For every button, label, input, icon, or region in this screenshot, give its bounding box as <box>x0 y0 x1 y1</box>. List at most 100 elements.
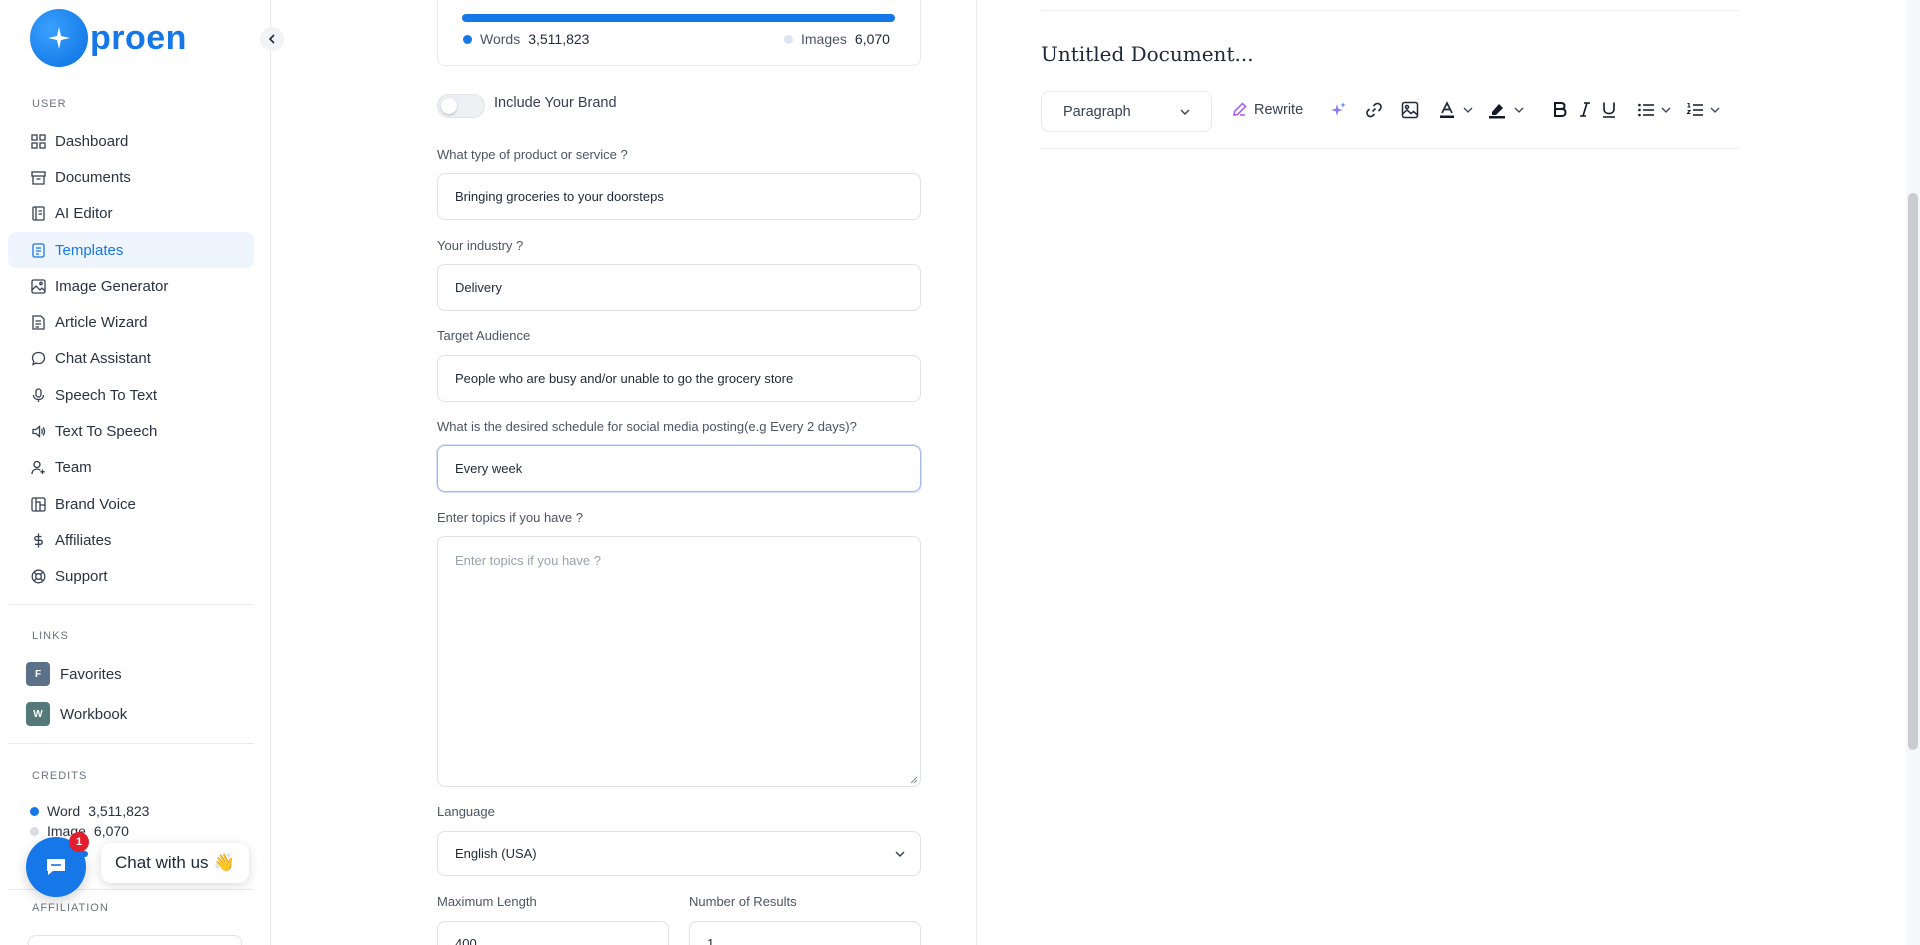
bullet-list-button[interactable] <box>1637 101 1672 119</box>
document-title[interactable]: Untitled Document... <box>1041 42 1254 66</box>
max-length-input[interactable]: 400 <box>437 921 669 945</box>
sidebar-item-label: Text To Speech <box>55 423 158 441</box>
usage-progress-fill <box>462 14 895 22</box>
results-label: Number of Results <box>689 894 797 909</box>
grid-icon <box>30 133 46 149</box>
audience-input[interactable]: People who are busy and/or unable to go … <box>437 355 921 402</box>
book-icon <box>30 206 46 222</box>
sidebar-nav: Dashboard Documents AI Editor Templates … <box>8 123 254 595</box>
sidebar-item-label: Article Wizard <box>55 314 148 332</box>
chevron-down-icon <box>1661 107 1671 113</box>
highlighter-icon <box>1489 104 1505 119</box>
sidebar-item-support[interactable]: Support <box>8 559 254 595</box>
industry-input[interactable]: Delivery <box>437 264 921 311</box>
sidebar-item-image-generator[interactable]: Image Generator <box>8 268 254 304</box>
numbered-list-button[interactable] <box>1686 101 1721 119</box>
editor-scrollbar-thumb[interactable] <box>1908 193 1918 750</box>
wave-icon: 👋 <box>213 853 235 872</box>
affiliation-box <box>28 935 242 945</box>
notification-badge: 1 <box>69 832 89 852</box>
article-icon <box>30 315 46 331</box>
chevron-down-icon <box>1463 107 1473 113</box>
numbered-list-icon <box>1686 102 1703 116</box>
link-label: Favorites <box>60 665 122 683</box>
italic-icon <box>1580 102 1590 117</box>
chat-with-us-button[interactable]: Chat with us 👋 <box>101 843 249 883</box>
chevron-down-icon <box>895 851 905 858</box>
images-dot <box>784 34 793 44</box>
sidebar-item-brand-voice[interactable]: Brand Voice <box>8 486 254 522</box>
resize-handle-icon[interactable] <box>910 776 918 784</box>
underline-button[interactable] <box>1601 101 1617 119</box>
microphone-icon <box>30 387 46 403</box>
sidebar-item-text-to-speech[interactable]: Text To Speech <box>8 413 254 449</box>
sidebar-item-dashboard[interactable]: Dashboard <box>8 123 254 159</box>
credits-section-label: CREDITS <box>32 770 88 782</box>
words-legend: Words 3,511,823 <box>463 31 589 47</box>
product-input[interactable]: Bringing groceries to your doorsteps <box>437 173 921 220</box>
brand-logo[interactable]: proen <box>30 9 187 67</box>
sidebar-item-label: Image Generator <box>55 277 169 295</box>
sidebar-divider <box>8 743 254 744</box>
credit-value: 6,070 <box>93 823 129 839</box>
sidebar-item-label: Documents <box>55 168 131 186</box>
panel-divider <box>976 0 977 945</box>
credit-dot <box>30 806 39 816</box>
sidebar-item-label: Dashboard <box>55 132 129 150</box>
include-brand-toggle[interactable] <box>437 94 485 118</box>
sidebar-item-label: Templates <box>55 241 124 259</box>
sidebar-item-article-wizard[interactable]: Article Wizard <box>8 304 254 340</box>
credit-word: Word 3,511,823 <box>30 803 149 819</box>
topics-textarea[interactable]: Enter topics if you have ? <box>437 536 921 787</box>
rewrite-label: Rewrite <box>1254 101 1304 118</box>
block-type-select[interactable]: Paragraph <box>1041 91 1212 132</box>
document-icon <box>30 242 46 258</box>
sidebar-item-team[interactable]: Team <box>8 450 254 486</box>
speaker-icon <box>30 424 46 440</box>
images-value: 6,070 <box>854 31 890 47</box>
collapse-sidebar-button[interactable] <box>260 27 284 51</box>
sidebar-item-label: Speech To Text <box>55 386 158 404</box>
schedule-input[interactable]: Every week <box>437 445 921 492</box>
chevron-left-icon <box>268 34 275 44</box>
topics-label: Enter topics if you have ? <box>437 510 583 525</box>
editor-toolbar: Paragraph Rewrite <box>1041 91 1739 149</box>
max-length-label: Maximum Length <box>437 894 537 909</box>
underline-icon <box>1603 102 1615 118</box>
industry-label: Your industry ? <box>437 238 524 253</box>
sidebar-item-speech-to-text[interactable]: Speech To Text <box>8 377 254 413</box>
italic-button[interactable] <box>1578 101 1592 119</box>
pencil-icon <box>1233 102 1247 116</box>
bold-button[interactable] <box>1552 101 1568 119</box>
sidebar-item-label: Team <box>55 459 92 477</box>
sidebar-item-ai-editor[interactable]: AI Editor <box>8 196 254 232</box>
sidebar-item-label: Affiliates <box>55 531 112 549</box>
insert-image-button[interactable] <box>1401 101 1419 119</box>
highlight-color-button[interactable] <box>1488 101 1525 119</box>
sidebar-item-label: Support <box>55 568 108 586</box>
insert-link-button[interactable] <box>1365 101 1383 119</box>
language-label: Language <box>437 804 495 819</box>
results-input[interactable]: 1 <box>689 921 921 945</box>
sidebar: proen USER Dashboard Documents AI Editor… <box>0 0 284 945</box>
product-label: What type of product or service ? <box>437 147 628 162</box>
sidebar-item-templates[interactable]: Templates <box>8 231 254 269</box>
language-select[interactable]: English (USA) <box>437 831 921 876</box>
link-badge: W <box>26 702 50 726</box>
schedule-label: What is the desired schedule for social … <box>437 419 857 434</box>
images-label: Images <box>801 31 847 47</box>
text-color-button[interactable] <box>1438 101 1474 119</box>
sidebar-item-documents[interactable]: Documents <box>8 159 254 195</box>
link-workbook[interactable]: W Workbook <box>26 702 127 726</box>
text-color-icon <box>1440 101 1454 118</box>
bold-icon <box>1554 102 1567 117</box>
rewrite-button[interactable]: Rewrite <box>1231 101 1303 118</box>
sidebar-item-affiliates[interactable]: Affiliates <box>8 522 254 558</box>
sparkle-logo-icon <box>30 9 88 67</box>
usage-progress-bar <box>462 14 895 22</box>
bullet-list-icon <box>1638 103 1654 117</box>
sidebar-item-chat-assistant[interactable]: Chat Assistant <box>8 341 254 377</box>
brand-icon <box>30 496 46 512</box>
ai-sparkle-button[interactable] <box>1329 101 1347 119</box>
link-favorites[interactable]: F Favorites <box>26 662 122 686</box>
